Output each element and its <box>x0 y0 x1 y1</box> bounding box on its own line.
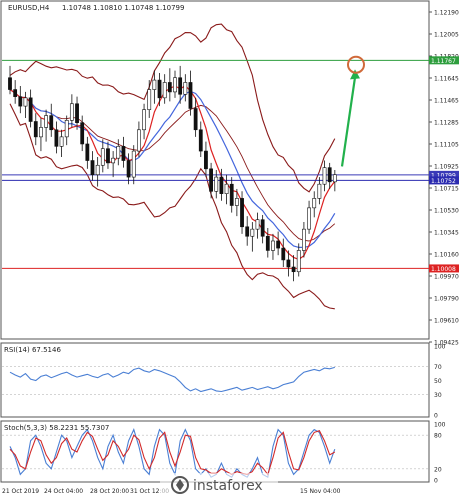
level-price-label: 1.10008 <box>431 266 456 273</box>
time-tick-label: 21 Oct 2019 <box>2 488 39 495</box>
stoch-title: Stoch(5,3,3) 58.2231 55.7307 <box>4 424 109 432</box>
price-tick-label: 1.11285 <box>434 120 459 127</box>
price-tick-label: 1.09610 <box>434 318 459 325</box>
level-price-label: 1.11767 <box>431 58 456 65</box>
stoch-tick-label: 80 <box>434 433 442 440</box>
time-tick-label: 28 Oct 20:00 <box>90 488 129 495</box>
stoch-tick-label: 100 <box>434 422 446 429</box>
price-tick-label: 1.09970 <box>434 274 459 281</box>
price-tick-label: 1.10530 <box>434 208 459 215</box>
price-tick-label: 1.10925 <box>434 164 459 171</box>
price-tick-label: 1.10715 <box>434 186 459 193</box>
price-tick-label: 1.12005 <box>434 32 459 39</box>
price-panel-frame <box>0 0 430 340</box>
price-tick-label: 1.12190 <box>434 10 459 17</box>
rsi-tick-label: 100 <box>434 344 446 351</box>
rsi-tick-label: 30 <box>434 392 442 399</box>
price-tick-label: 1.11645 <box>434 76 459 83</box>
time-tick-label: 15 Nov 04:00 <box>300 488 341 495</box>
rsi-tick-label: 0 <box>434 413 438 420</box>
symbol-title: EURUSD,H4 <box>8 4 50 12</box>
level-price-label: 1.10752 <box>431 178 456 185</box>
price-tick-label: 1.10160 <box>434 252 459 259</box>
ohlc-header: 1.10748 1.10810 1.10748 1.10799 <box>62 4 184 12</box>
price-tick-label: 1.11465 <box>434 98 459 105</box>
rsi-tick-label: 50 <box>434 378 442 385</box>
price-tick-label: 1.11105 <box>434 142 459 149</box>
price-tick-label: 1.09790 <box>434 296 459 303</box>
chart-canvas: 1.121901.120051.118201.116451.114651.112… <box>0 0 459 497</box>
forex-chart-window: 1.121901.120051.118201.116451.114651.112… <box>0 0 460 500</box>
rsi-title: RSI(14) 67.5146 <box>4 346 61 354</box>
time-tick-label: 24 Oct 04:00 <box>44 488 83 495</box>
price-tick-label: 1.10345 <box>434 230 459 237</box>
rsi-tick-label: 70 <box>434 364 442 371</box>
watermark-text: instaforex <box>193 478 263 494</box>
watermark-logo: instaforex <box>160 473 278 497</box>
stoch-tick-label: 0 <box>434 478 438 485</box>
stoch-tick-label: 20 <box>434 466 442 473</box>
rsi-panel-frame <box>0 342 430 418</box>
